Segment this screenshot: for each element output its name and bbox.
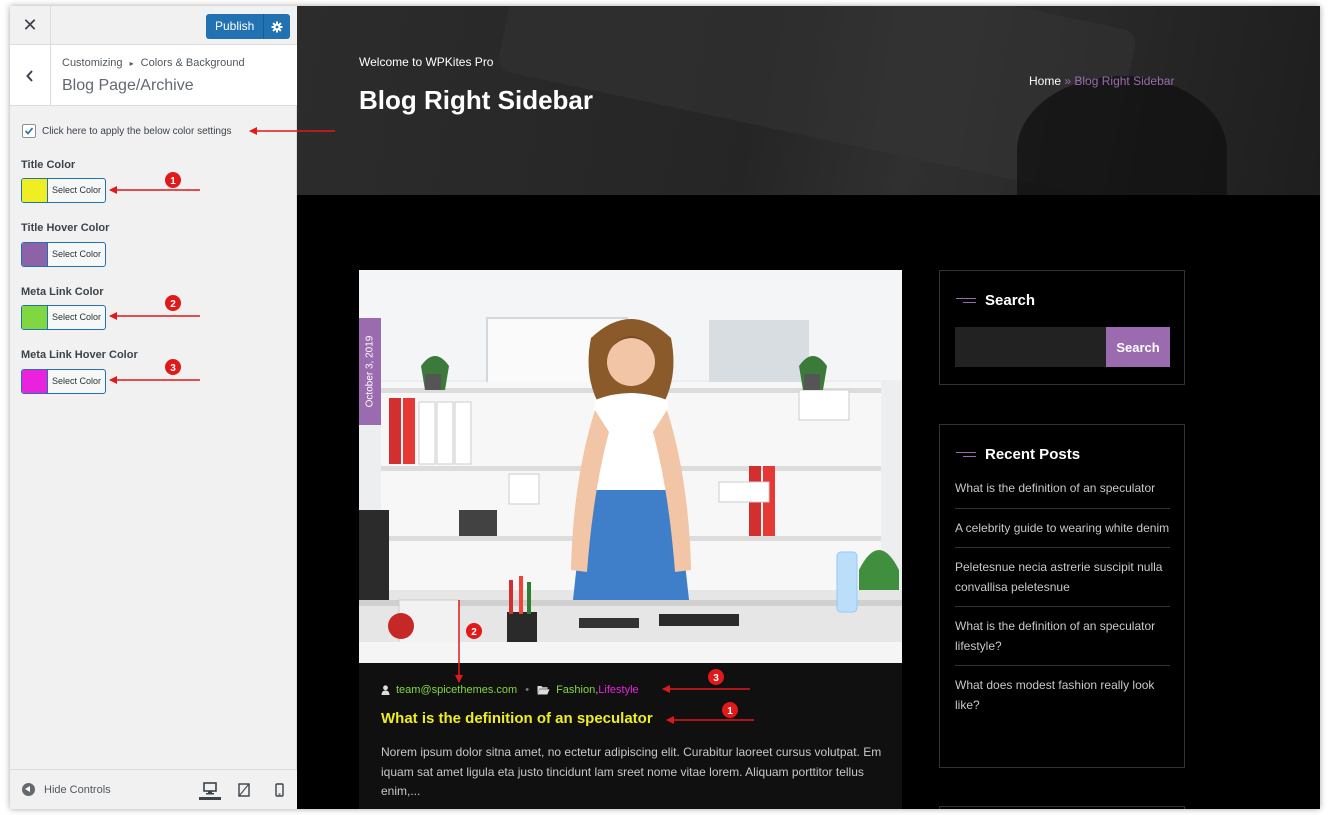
title-color-picker[interactable]: Select Color	[21, 178, 106, 203]
post-title-link[interactable]: What is the definition of an speculator	[381, 710, 653, 727]
breadcrumb-home-link[interactable]: Home	[1029, 74, 1061, 88]
title-hover-color-label: Title Hover Color	[21, 222, 110, 234]
meta-link-hover-color-picker[interactable]: Select Color	[21, 369, 106, 394]
search-button[interactable]: Search	[1106, 327, 1170, 367]
post-author-link[interactable]: team@spicethemes.com	[396, 684, 517, 696]
post-date: October 3, 2019	[364, 335, 376, 408]
select-color-label: Select Color	[51, 249, 102, 259]
close-customizer-button[interactable]: ✕	[10, 6, 51, 45]
preview-tablet-button[interactable]	[233, 780, 255, 800]
breadcrumb-parent: Colors & Background	[140, 57, 245, 69]
chevron-left-icon	[26, 69, 33, 82]
site-tagline: Welcome to WPKites Pro	[359, 55, 494, 69]
apply-color-settings-row[interactable]: Click here to apply the below color sett…	[22, 124, 232, 138]
section-header: Customizing ▸ Colors & Background Blog P…	[10, 45, 297, 106]
post-excerpt: Norem ipsum dolor sitna amet, no ectetur…	[381, 745, 882, 798]
apply-checkbox[interactable]	[22, 124, 36, 138]
search-widget: Search Search	[939, 270, 1185, 385]
user-icon	[381, 685, 390, 695]
breadcrumb-separator: »	[1064, 74, 1072, 88]
title-hover-color-swatch	[22, 243, 48, 266]
meta-link-color-picker[interactable]: Select Color	[21, 305, 106, 330]
breadcrumb-separator: ▸	[129, 59, 134, 68]
customizer-footer: Hide Controls	[10, 769, 297, 809]
title-color-swatch	[22, 179, 48, 202]
collapse-arrow-icon	[22, 783, 35, 796]
widget-title: Search	[985, 292, 1036, 309]
publish-group: Publish	[206, 14, 291, 39]
tablet-icon	[238, 783, 250, 797]
folder-open-icon	[537, 686, 550, 695]
customizer-breadcrumb: Customizing ▸ Colors & Background	[62, 57, 245, 69]
breadcrumb-root: Customizing	[62, 57, 123, 69]
apply-checkbox-label: Click here to apply the below color sett…	[42, 125, 232, 137]
recent-posts-list: What is the definition of an speculator …	[955, 477, 1170, 732]
hide-controls-button[interactable]: Hide Controls	[22, 783, 111, 796]
meta-separator-dot: •	[525, 684, 530, 696]
widget-title: Recent Posts	[985, 446, 1081, 463]
widget-title-decoration	[956, 452, 976, 458]
title-color-label: Title Color	[21, 159, 76, 171]
preview-mobile-button[interactable]	[268, 780, 290, 800]
page-breadcrumb: Home » Blog Right Sidebar	[1029, 74, 1174, 88]
preview-desktop-button[interactable]	[199, 780, 221, 800]
breadcrumb-current: Blog Right Sidebar	[1074, 74, 1175, 88]
section-title: Blog Page/Archive	[62, 77, 194, 94]
browser-frame: ✕ Publish Customizing ▸ Colors & Backgro…	[10, 6, 1320, 809]
page-title: Blog Right Sidebar	[359, 85, 593, 115]
meta-link-color-label: Meta Link Color	[21, 286, 104, 298]
search-input[interactable]	[955, 327, 1106, 367]
title-hover-color-picker[interactable]: Select Color	[21, 242, 106, 267]
page-hero: Welcome to WPKites Pro Blog Right Sideba…	[297, 6, 1320, 195]
recent-post-link[interactable]: Peletesnue necia astrerie suscipit nulla…	[955, 556, 1170, 607]
widget-title-decoration	[956, 298, 976, 304]
blog-post-card: October 3, 2019 team@spicethemes.com • F…	[359, 270, 902, 809]
customizer-header: ✕ Publish	[10, 6, 297, 45]
meta-link-hover-color-swatch	[22, 370, 48, 393]
select-color-label: Select Color	[51, 312, 102, 322]
publish-settings-button[interactable]	[264, 14, 291, 39]
desktop-icon	[203, 782, 217, 795]
mobile-icon	[274, 783, 284, 797]
post-meta: team@spicethemes.com • Fashion , Lifesty…	[381, 684, 639, 696]
select-color-label: Select Color	[51, 185, 102, 195]
checkmark-icon	[24, 127, 34, 135]
post-category-link[interactable]: Lifestyle	[598, 684, 638, 696]
site-preview: Welcome to WPKites Pro Blog Right Sideba…	[297, 6, 1320, 809]
meta-link-color-swatch	[22, 306, 48, 329]
meta-link-hover-color-label: Meta Link Hover Color	[21, 349, 138, 361]
gear-icon	[271, 21, 283, 32]
recent-posts-widget: Recent Posts What is the definition of a…	[939, 424, 1185, 768]
hide-controls-label: Hide Controls	[44, 783, 111, 796]
recent-post-link[interactable]: What is the definition of an speculator	[955, 477, 1170, 509]
select-color-label: Select Color	[51, 376, 102, 386]
post-featured-image[interactable]: October 3, 2019	[359, 270, 902, 663]
post-category-link[interactable]: Fashion	[556, 684, 595, 696]
recent-post-link[interactable]: A celebrity guide to wearing white denim	[955, 517, 1170, 548]
back-button[interactable]	[10, 45, 51, 106]
recent-post-link[interactable]: What does modest fashion really look lik…	[955, 674, 1170, 724]
next-widget	[939, 806, 1185, 809]
office-woman-photo	[359, 270, 902, 663]
customizer-panel: ✕ Publish Customizing ▸ Colors & Backgro…	[10, 6, 297, 809]
recent-post-link[interactable]: What is the definition of an speculator …	[955, 615, 1170, 666]
publish-button[interactable]: Publish	[206, 14, 265, 39]
post-date-badge[interactable]: October 3, 2019	[359, 318, 381, 425]
